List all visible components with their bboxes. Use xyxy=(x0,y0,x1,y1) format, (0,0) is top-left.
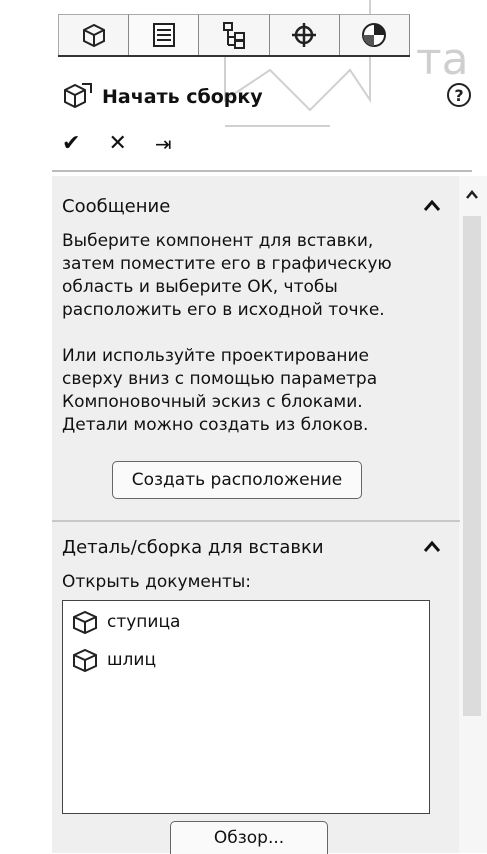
tab-display-manager[interactable] xyxy=(339,14,411,55)
collapse-insert-icon[interactable] xyxy=(422,539,442,555)
insert-section-heading: Деталь/сборка для вставки xyxy=(62,537,324,558)
cancel-button[interactable]: ✕ xyxy=(108,131,126,156)
display-manager-icon xyxy=(362,23,387,47)
part-icon xyxy=(73,648,97,673)
document-name: шлиц xyxy=(107,650,157,670)
tab-dimxpert-manager[interactable] xyxy=(269,14,340,55)
open-documents-list[interactable]: ступица шлиц xyxy=(62,600,430,814)
message-section-heading: Сообщение xyxy=(62,196,171,217)
message-paragraph-1: Выберите компонент для вставки, затем по… xyxy=(62,231,392,320)
help-icon[interactable]: ? xyxy=(446,82,472,108)
collapse-message-icon[interactable] xyxy=(422,198,442,214)
page-title: Начать сборку xyxy=(102,86,263,108)
section-divider xyxy=(52,520,460,522)
ok-button[interactable]: ✔ xyxy=(62,131,80,156)
part-icon xyxy=(73,610,97,635)
property-manager-icon xyxy=(152,23,175,47)
pin-button[interactable]: ⇥ xyxy=(155,132,172,156)
vertical-scrollbar[interactable] xyxy=(459,176,487,853)
list-item[interactable]: шлиц xyxy=(71,647,156,673)
tab-feature-manager[interactable] xyxy=(58,14,130,55)
manager-tab-bar xyxy=(58,14,411,57)
action-bar: ✔ ✕ ⇥ xyxy=(62,131,172,156)
open-documents-label: Открыть документы: xyxy=(62,572,252,592)
list-item[interactable]: ступица xyxy=(71,609,180,635)
tab-property-manager[interactable] xyxy=(129,14,200,55)
svg-text:?: ? xyxy=(454,86,463,105)
scroll-up-icon[interactable] xyxy=(465,188,479,200)
header-separator xyxy=(52,170,472,172)
insert-component-icon xyxy=(64,83,92,109)
browse-button[interactable]: Обзор... xyxy=(170,821,328,854)
message-paragraph-2: Или используйте проектирование сверху вн… xyxy=(62,346,378,435)
feature-manager-icon xyxy=(82,23,105,48)
scrollbar-thumb[interactable] xyxy=(463,216,481,716)
message-text: Выберите компонент для вставки, затем по… xyxy=(62,230,452,437)
document-name: ступица xyxy=(107,612,181,632)
tab-configuration-manager[interactable] xyxy=(199,14,270,55)
create-layout-button[interactable]: Создать расположение xyxy=(112,461,362,499)
property-manager-header: Начать сборку ? xyxy=(58,78,480,118)
dimxpert-manager-icon xyxy=(292,23,317,47)
configuration-manager-icon xyxy=(223,22,245,49)
